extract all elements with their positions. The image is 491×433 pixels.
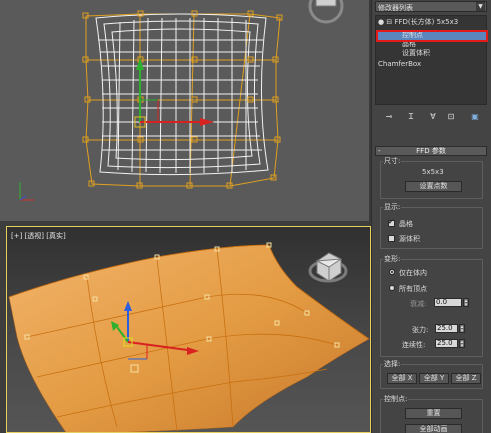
3dsmax-window: [+] [透视] [真实] 修改器列表 ▼ ● ⊟ FFD(长方体) 5x5x3… [0,0,491,433]
source-volume-label: 源体积 [399,235,420,243]
deform-group [380,259,483,357]
tension-label: 张力: [412,326,429,334]
select-all-z-button[interactable]: 全部 Z [451,373,481,384]
stack-toolbar: ⊸ Ɪ ∀ ⊡ ▣ [375,108,487,126]
make-unique-icon[interactable]: ∀ [427,111,439,123]
show-end-result-icon[interactable]: Ɪ [405,111,417,123]
set-points-button[interactable]: 设置点数 [405,181,462,192]
reset-button[interactable]: 重置 [405,408,462,419]
falloff-field[interactable]: 0.0 [434,298,462,307]
all-vertices-radio[interactable] [389,285,395,291]
chevron-down-icon[interactable]: ▼ [476,2,485,11]
rollout-title: FFD 参数 [416,147,446,155]
only-in-volume-label: 仅在体内 [399,269,427,277]
continuity-spinner-icon[interactable]: ▴ ▾ [459,339,465,349]
stack-item-chamferbox[interactable]: ChamferBox [378,60,421,69]
top-viewport[interactable] [0,0,371,221]
lattice-label: 晶格 [399,220,413,228]
pin-stack-icon[interactable]: ⊸ [383,111,395,123]
perspective-scene [8,242,370,433]
control-points-group-label: 控制点: [383,394,409,404]
lattice-dimensions: 5x5x3 [422,168,444,176]
lattice-checkbox[interactable] [388,218,395,227]
display-group [380,207,483,249]
select-all-y-button[interactable]: 全部 Y [419,373,449,384]
stack-item-label: ChamferBox [378,60,422,68]
chamferbox-wireframe [95,13,269,176]
animate-all-button[interactable]: 全部动画 [405,424,462,433]
modifier-list-dropdown[interactable]: 修改器列表 ▼ [375,1,487,12]
command-panel: 修改器列表 ▼ ● ⊟ FFD(长方体) 5x5x3 控制点 晶格 设置体积 C… [371,0,491,433]
stack-item-ffd[interactable]: ● ⊟ FFD(长方体) 5x5x3 [378,18,486,27]
size-group-label: 尺寸: [383,156,402,166]
remove-modifier-icon[interactable]: ⊡ [445,111,457,123]
top-viewport-scene [19,0,344,201]
continuity-label: 连续性: [402,341,426,349]
select-all-x-button[interactable]: 全部 X [387,373,417,384]
select-group-label: 选择: [383,359,402,369]
viewcube-icon[interactable] [308,0,344,24]
collapse-rollout-icon[interactable]: - [378,147,381,155]
modifier-stack[interactable]: ● ⊟ FFD(长方体) 5x5x3 控制点 晶格 设置体积 ChamferBo… [375,15,488,105]
configure-modifier-sets-icon[interactable]: ▣ [469,111,481,123]
only-in-volume-radio[interactable] [389,269,395,275]
tension-field[interactable]: 25.0 [435,324,458,333]
display-group-label: 显示: [383,202,402,212]
falloff-spinner-icon[interactable]: ▴ ▾ [463,298,469,308]
all-vertices-label: 所有顶点 [399,285,427,293]
pillow-mesh[interactable] [8,244,370,433]
collapse-icon[interactable]: ⊟ [386,18,392,26]
viewcube-persp-icon[interactable] [308,252,348,283]
world-axis-icon [19,182,34,201]
continuity-field[interactable]: 25.0 [435,339,458,348]
source-volume-checkbox[interactable] [388,235,395,242]
selection-highlight-box [376,30,488,42]
ffd-params-rollout-header[interactable]: - FFD 参数 [375,146,487,156]
tension-spinner-icon[interactable]: ▴ ▾ [459,324,465,334]
perspective-viewport[interactable]: [+] [透视] [真实] [6,226,371,433]
falloff-label: 衰减: [410,300,427,308]
stack-item-label: FFD(长方体) 5x5x3 [394,18,459,26]
lightbulb-icon[interactable]: ● [378,18,384,26]
modifier-list-value: 修改器列表 [378,4,413,12]
deform-group-label: 变形: [383,254,402,264]
stack-item-set-volume[interactable]: 设置体积 [402,49,430,58]
size-group [380,161,483,199]
stack-item-label: 设置体积 [402,49,430,57]
